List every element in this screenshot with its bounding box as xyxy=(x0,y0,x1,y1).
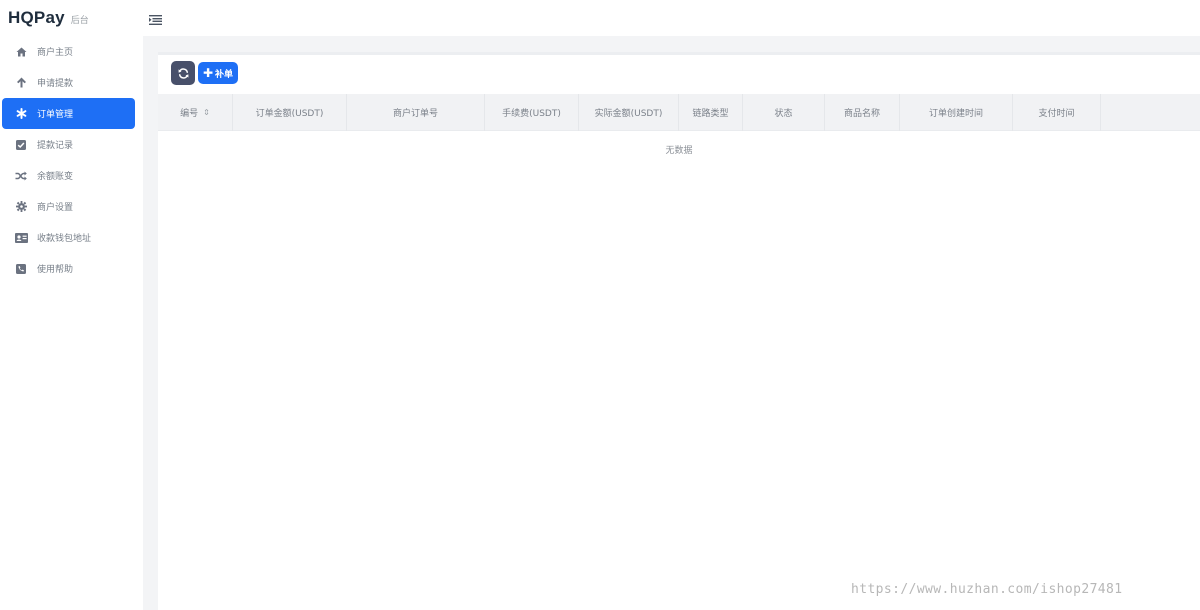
sidebar-item-help[interactable]: 使用帮助 xyxy=(2,253,135,284)
column-header-label: 订单创建时间 xyxy=(928,109,983,119)
sidebar-item-apply-withdraw[interactable]: 申请提款 xyxy=(2,67,135,98)
sidebar-item-label: 商户主页 xyxy=(37,48,74,58)
sidebar-item-wallet-address[interactable]: 收款钱包地址 xyxy=(2,222,135,253)
column-header-label: 手续费(USDT) xyxy=(502,109,561,119)
column-header-label: 支付时间 xyxy=(1038,109,1075,119)
sidebar-toggle-icon[interactable] xyxy=(149,11,162,25)
id-card-icon xyxy=(14,231,28,245)
brand-subtitle: 后台 xyxy=(70,16,89,26)
table-header: 编号 ⇕ 订单金额(USDT) 商户订单号 手续费(USDT) 实际金额(USD… xyxy=(158,94,1200,131)
sidebar-item-merchant-home[interactable]: 商户主页 xyxy=(2,36,135,67)
column-header-label: 商品名称 xyxy=(843,109,880,119)
sidebar-item-label: 商户设置 xyxy=(37,203,74,213)
sidebar: HQPay 后台 商户主页 申请提款 订单管理 提款记录 余额账变 商户设置 收… xyxy=(0,0,143,610)
shuffle-icon xyxy=(14,169,28,183)
column-header-order-amount: 订单金额(USDT) xyxy=(233,94,347,131)
column-header-product-name: 商品名称 xyxy=(825,94,900,131)
brand-name: HQPay xyxy=(8,8,65,27)
empty-state-text: 无数据 xyxy=(665,146,693,156)
column-header-label: 订单金额(USDT) xyxy=(255,109,324,119)
gear-icon xyxy=(14,200,28,214)
sidebar-menu: 商户主页 申请提款 订单管理 提款记录 余额账变 商户设置 收款钱包地址 使用帮… xyxy=(0,36,143,284)
column-header-actual-amount: 实际金额(USDT) xyxy=(579,94,679,131)
column-header-paid-time: 支付时间 xyxy=(1013,94,1101,131)
asterisk-icon xyxy=(14,107,28,121)
column-header-fee: 手续费(USDT) xyxy=(485,94,579,131)
column-header-merchant-order-no: 商户订单号 xyxy=(347,94,485,131)
check-square-icon xyxy=(14,138,28,152)
column-header-label: 实际金额(USDT) xyxy=(594,109,663,119)
sidebar-item-label: 提款记录 xyxy=(37,141,74,151)
arrow-up-icon xyxy=(14,76,28,90)
plus-icon: ✚ xyxy=(202,66,214,80)
sidebar-item-label: 使用帮助 xyxy=(37,265,74,275)
column-header-chain-type: 链路类型 xyxy=(679,94,743,131)
sidebar-item-merchant-settings[interactable]: 商户设置 xyxy=(2,191,135,222)
column-header-label: 状态 xyxy=(774,109,793,119)
sort-icon[interactable]: ⇕ xyxy=(203,108,210,117)
refresh-icon xyxy=(178,64,189,83)
column-header-id[interactable]: 编号 ⇕ xyxy=(158,94,233,131)
add-order-label: 补单 xyxy=(215,69,234,80)
home-icon xyxy=(14,45,28,59)
sidebar-item-label: 收款钱包地址 xyxy=(37,234,92,244)
column-header-label: 商户订单号 xyxy=(392,109,438,119)
column-header-status: 状态 xyxy=(743,94,825,131)
orders-card xyxy=(158,52,1200,610)
sidebar-item-label: 余额账变 xyxy=(37,172,74,182)
sidebar-item-label: 申请提款 xyxy=(37,79,74,89)
column-header-created-time: 订单创建时间 xyxy=(900,94,1013,131)
sidebar-item-withdraw-records[interactable]: 提款记录 xyxy=(2,129,135,160)
sidebar-item-order-management[interactable]: 订单管理 xyxy=(2,98,135,129)
phone-square-icon xyxy=(14,262,28,276)
topbar xyxy=(143,0,1200,36)
sidebar-item-balance-changes[interactable]: 余额账变 xyxy=(2,160,135,191)
refresh-button[interactable] xyxy=(171,61,195,85)
add-order-button[interactable]: ✚ 补单 xyxy=(198,62,238,84)
watermark: https://www.huzhan.com/ishop27481 xyxy=(851,582,1123,597)
brand[interactable]: HQPay 后台 xyxy=(8,8,89,28)
column-header-label: 链路类型 xyxy=(692,109,729,119)
column-header-label: 编号 xyxy=(180,109,199,119)
sidebar-item-label: 订单管理 xyxy=(37,110,74,120)
